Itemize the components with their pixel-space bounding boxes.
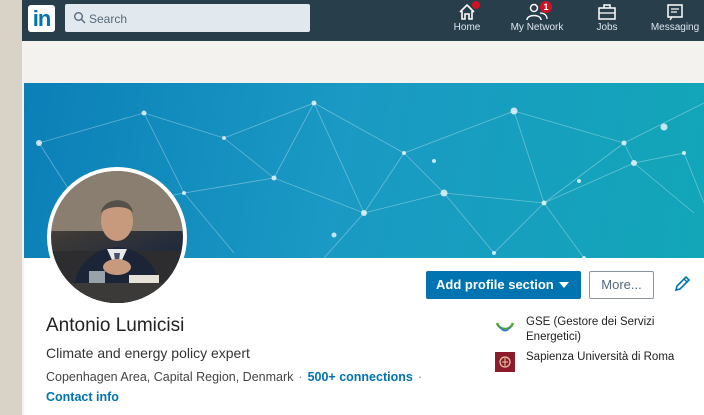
separator-dot: · [298, 370, 303, 384]
nav-my-network[interactable]: 1 My Network [502, 1, 572, 39]
messaging-icon [667, 4, 683, 21]
nav-home-label: Home [453, 22, 481, 33]
more-button[interactable]: More... [589, 271, 654, 299]
window-edge [0, 0, 22, 415]
add-profile-section-label: Add profile section [436, 277, 554, 292]
separator-dot: · [417, 370, 422, 384]
profile-headline: Climate and energy policy expert [46, 345, 250, 361]
caret-down-icon [559, 282, 569, 288]
profile-location: Copenhagen Area, Capital Region, Denmark [46, 370, 294, 384]
home-notification-dot [472, 1, 480, 9]
nav-jobs-label: Jobs [596, 22, 618, 33]
nav-my-network-label: My Network [510, 22, 564, 33]
nav-jobs[interactable]: Jobs [572, 3, 642, 39]
gse-logo-icon [495, 322, 515, 332]
person-portrait [51, 171, 183, 303]
search-icon [74, 12, 86, 24]
top-navigation-bar: in Search Home 1 My Network Jobs Messagi… [22, 0, 704, 41]
contact-info-link[interactable]: Contact info [46, 390, 119, 404]
org-name-gse: GSE (Gestore dei Servizi Energetici) [526, 316, 655, 343]
location-line: Copenhagen Area, Capital Region, Denmark… [46, 370, 427, 384]
nav-messaging-label: Messaging [650, 22, 700, 33]
search-placeholder: Search [89, 12, 128, 26]
nav-home[interactable]: Home [432, 1, 502, 39]
profile-name: Antonio Lumicisi [46, 315, 185, 336]
profile-card: Add profile section More... Antonio Lumi… [24, 83, 704, 415]
nav-messaging[interactable]: Messaging [640, 3, 704, 39]
linkedin-logo[interactable]: in [28, 5, 55, 32]
search-input[interactable]: Search [65, 4, 310, 32]
network-badge: 1 [540, 1, 552, 13]
add-profile-section-button[interactable]: Add profile section [426, 271, 581, 299]
profile-photo-image [51, 171, 183, 303]
edit-pencil-icon[interactable] [672, 274, 692, 294]
briefcase-icon [598, 4, 616, 20]
profile-photo[interactable] [47, 167, 187, 307]
sapienza-logo-icon [495, 352, 515, 372]
connections-link[interactable]: 500+ connections [308, 370, 413, 384]
org-name-sapienza: Sapienza Università di Roma [526, 351, 675, 363]
